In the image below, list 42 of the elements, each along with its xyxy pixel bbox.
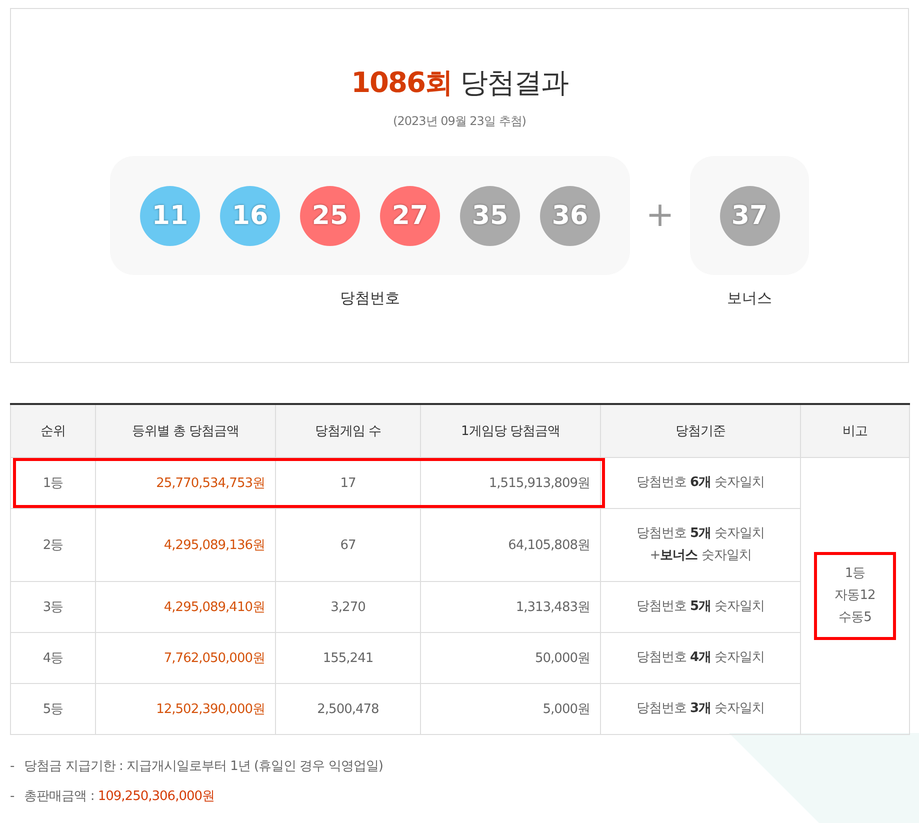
table-cell: 67 (276, 508, 420, 582)
numbers-label: 당첨번호 (340, 289, 400, 308)
table-cell: 4,295,089,136원 (96, 508, 276, 582)
footer-label: 당첨금 지급기한 : 지급개시일로부터 1년 (휴일인 경우 익영업일) (24, 759, 383, 774)
round-number: 1086회 (351, 66, 452, 99)
footer-label: 총판매금액 : (24, 789, 96, 804)
table-cell: 4등 (10, 632, 96, 684)
number-ball: 27 (380, 186, 440, 246)
column-header: 1게임당 당첨금액 (420, 404, 600, 458)
table-cell: 당첨번호 6개 숫자일치 (600, 458, 800, 508)
bullet-dash: - (10, 789, 14, 804)
number-ball: 11 (140, 186, 200, 246)
table-cell: 155,241 (276, 632, 420, 684)
table-cell: 5,000원 (420, 684, 600, 734)
table-cell: 50,000원 (420, 632, 600, 684)
column-header: 당첨기준 (600, 404, 800, 458)
total-sales-amount: 109,250,306,000원 (98, 789, 215, 804)
table-cell: 64,105,808원 (420, 508, 600, 582)
table-cell: 3등 (10, 582, 96, 632)
plus-sign: + (644, 194, 676, 237)
table-cell: 5등 (10, 684, 96, 734)
bonus-ball: 37 (720, 186, 780, 246)
number-ball: 36 (540, 186, 600, 246)
bonus-label: 보너스 (727, 289, 772, 308)
table-cell: 7,762,050,000원 (96, 632, 276, 684)
number-ball: 35 (460, 186, 520, 246)
table-cell: 1,313,483원 (420, 582, 600, 632)
draw-date: (2023년 09월 23일 추첨) (392, 113, 527, 130)
table-cell: 12,502,390,000원 (96, 684, 276, 734)
column-header: 당첨게임 수 (276, 404, 420, 458)
bullet-dash: - (10, 759, 14, 774)
number-ball: 25 (300, 186, 360, 246)
table-cell: 2등 (10, 508, 96, 582)
number-ball: 16 (220, 186, 280, 246)
table-cell: 2,500,478 (276, 684, 420, 734)
column-header: 비고 (800, 404, 910, 458)
note-text: 1등 자동12 수동5 (814, 552, 896, 640)
column-header: 등위별 총 당첨금액 (96, 404, 276, 458)
table-cell: 4,295,089,410원 (96, 582, 276, 632)
column-header: 순위 (10, 404, 96, 458)
result-title: 당첨결과 (460, 66, 568, 99)
table-cell: 3,270 (276, 582, 420, 632)
